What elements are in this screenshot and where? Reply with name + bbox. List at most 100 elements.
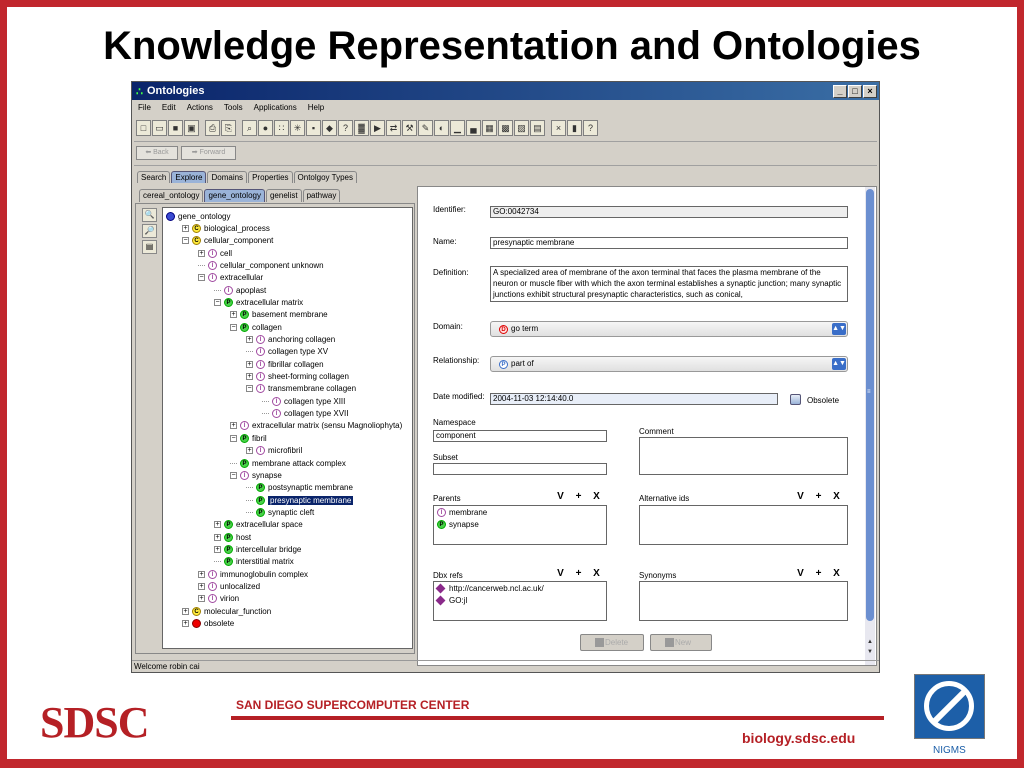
expand-icon[interactable]: +	[246, 360, 253, 368]
expand-icon[interactable]: +	[182, 607, 189, 615]
search-icon[interactable]: ⌕	[242, 120, 257, 136]
shapes-icon[interactable]: ◆	[322, 120, 337, 136]
list-item[interactable]: Imembrane	[434, 506, 606, 518]
expand-icon[interactable]: +	[182, 620, 189, 628]
parents-list[interactable]: Imembrane Psynapse	[433, 505, 607, 545]
add-icon[interactable]: +	[572, 492, 585, 503]
domain-select[interactable]: D go term ▲▼	[490, 321, 848, 337]
tab-domains[interactable]: Domains	[207, 171, 248, 183]
tree-node[interactable]: Iapoplast	[214, 284, 266, 296]
collapse-icon[interactable]: −	[230, 434, 237, 442]
find-next-icon[interactable]: 🔎	[142, 224, 157, 238]
tree-node[interactable]: Icellular_component unknown	[198, 259, 324, 271]
ontology-tree[interactable]: gene_ontology + Cbiological_process − Ccellu…	[162, 207, 413, 649]
bookmark-icon[interactable]: ▮	[567, 120, 582, 136]
tree-node[interactable]: Pmembrane attack complex	[230, 457, 346, 469]
expand-icon[interactable]: +	[214, 533, 221, 541]
find-icon[interactable]: 🔍	[142, 208, 157, 222]
comment-field[interactable]	[639, 437, 848, 475]
expand-icon[interactable]: +	[198, 595, 205, 603]
name-field[interactable]: presynaptic membrane	[490, 237, 848, 249]
subset-field[interactable]	[433, 463, 607, 475]
remove-icon[interactable]: X	[590, 492, 603, 503]
collapse-icon[interactable]: −	[182, 237, 189, 245]
tree-node[interactable]: Psynaptic cleft	[246, 506, 314, 518]
expand-icon[interactable]: +	[246, 336, 253, 343]
footer-url[interactable]: biology.sdsc.edu	[742, 730, 855, 746]
scroll-down-icon[interactable]: ▼	[865, 649, 875, 657]
import-icon[interactable]: ▶	[370, 120, 385, 136]
collapse-icon[interactable]: −	[230, 471, 237, 479]
new-button[interactable]: New	[650, 634, 712, 651]
open-icon[interactable]: ▭	[152, 120, 167, 136]
remove-icon[interactable]: X	[830, 492, 843, 503]
expand-icon[interactable]: +	[198, 583, 205, 590]
image-icon[interactable]: ▨	[514, 120, 529, 136]
tree-icon[interactable]: ∷	[274, 120, 289, 136]
tree-node[interactable]: − Pcollagen	[230, 321, 282, 333]
tools-icon[interactable]: ⚒	[402, 120, 417, 136]
forward-button[interactable]: ➡ Forward	[181, 146, 236, 160]
expand-icon[interactable]: +	[198, 570, 205, 578]
expand-icon[interactable]: +	[230, 422, 237, 430]
back-button[interactable]: ⬅ Back	[136, 146, 178, 160]
chart-icon[interactable]: ▓	[354, 120, 369, 136]
tree-node[interactable]: + Isheet-forming collagen	[246, 371, 349, 383]
tree-node[interactable]: + Icell	[198, 247, 232, 259]
collapse-icon[interactable]: −	[230, 323, 237, 331]
document-icon[interactable]: ▤	[142, 240, 157, 254]
namespace-field[interactable]: component	[433, 430, 607, 442]
tree-node[interactable]: + Iunlocalized	[198, 581, 260, 593]
expand-icon[interactable]: +	[182, 224, 189, 232]
close-window-button[interactable]: ×	[863, 84, 877, 98]
tree-node[interactable]: + Cbiological_process	[182, 222, 270, 234]
expand-icon[interactable]: +	[230, 311, 237, 319]
identifier-field[interactable]: GO:0042734	[490, 206, 848, 218]
doc-icon[interactable]: ▤	[530, 120, 545, 136]
network-icon[interactable]: ✳	[290, 120, 305, 136]
tree-node[interactable]: Pinterstitial matrix	[214, 556, 294, 568]
terms-icon[interactable]: ◐	[434, 120, 449, 136]
new-icon[interactable]: □	[136, 120, 151, 136]
menu-edit[interactable]: Edit	[162, 103, 176, 112]
collapse-icon[interactable]: −	[246, 385, 253, 393]
definition-field[interactable]: A specialized area of membrane of the ax…	[490, 266, 848, 302]
add-icon[interactable]: +	[572, 569, 585, 580]
tab-ontolgoy-types[interactable]: Ontolgoy Types	[293, 171, 357, 183]
menu-help[interactable]: Help	[308, 103, 324, 112]
ontology-tab-pathway[interactable]: pathway	[302, 189, 341, 202]
synonyms-list[interactable]	[639, 581, 848, 621]
tree-node[interactable]: + Cmolecular_function	[182, 605, 271, 617]
delete-button[interactable]: Delete	[580, 634, 644, 651]
detail-scrollbar[interactable]: ≡ ▲ ▼	[865, 187, 875, 665]
export-icon[interactable]: ⇄	[386, 120, 401, 136]
tree-node[interactable]: Icollagen type XV	[246, 346, 328, 358]
hierarchy-icon[interactable]: ▪	[306, 120, 321, 136]
collapse-icon[interactable]: −	[214, 298, 221, 306]
chart2-icon[interactable]: ▁	[450, 120, 465, 136]
tree-node[interactable]: − Iextracellular	[198, 272, 263, 284]
tree-node[interactable]: − Itransmembrane collagen	[246, 383, 356, 395]
tree-node[interactable]: + obsolete	[182, 618, 234, 630]
globe-icon[interactable]: ●	[258, 120, 273, 136]
list-item[interactable]: GO:jl	[434, 594, 606, 606]
remove-icon[interactable]: X	[830, 569, 843, 580]
tree-node[interactable]: − Isynapse	[230, 469, 282, 481]
tree-node[interactable]: + Pintercellular bridge	[214, 543, 301, 555]
select-icon[interactable]: V	[554, 569, 567, 580]
chart3-icon[interactable]: ▄	[466, 120, 481, 136]
expand-icon[interactable]: +	[214, 521, 221, 529]
select-icon[interactable]: V	[794, 492, 807, 503]
tree-node[interactable]: − Pextracellular matrix	[214, 296, 303, 308]
tree-node[interactable]: Icollagen type XVII	[262, 408, 348, 420]
tree-node[interactable]: Ppostsynaptic membrane	[246, 482, 353, 494]
expand-icon[interactable]: +	[198, 249, 205, 257]
menu-applications[interactable]: Applications	[254, 103, 297, 112]
add-icon[interactable]: +	[812, 569, 825, 580]
select-icon[interactable]: V	[794, 569, 807, 580]
list-item[interactable]: http://cancerweb.ncl.ac.uk/	[434, 582, 606, 594]
menu-file[interactable]: File	[138, 103, 151, 112]
ontology-tab-cereal-ontology[interactable]: cereal_ontology	[139, 189, 204, 202]
tree-node[interactable]: + Phost	[214, 531, 251, 543]
tree-node[interactable]: + Pbasement membrane	[230, 309, 328, 321]
